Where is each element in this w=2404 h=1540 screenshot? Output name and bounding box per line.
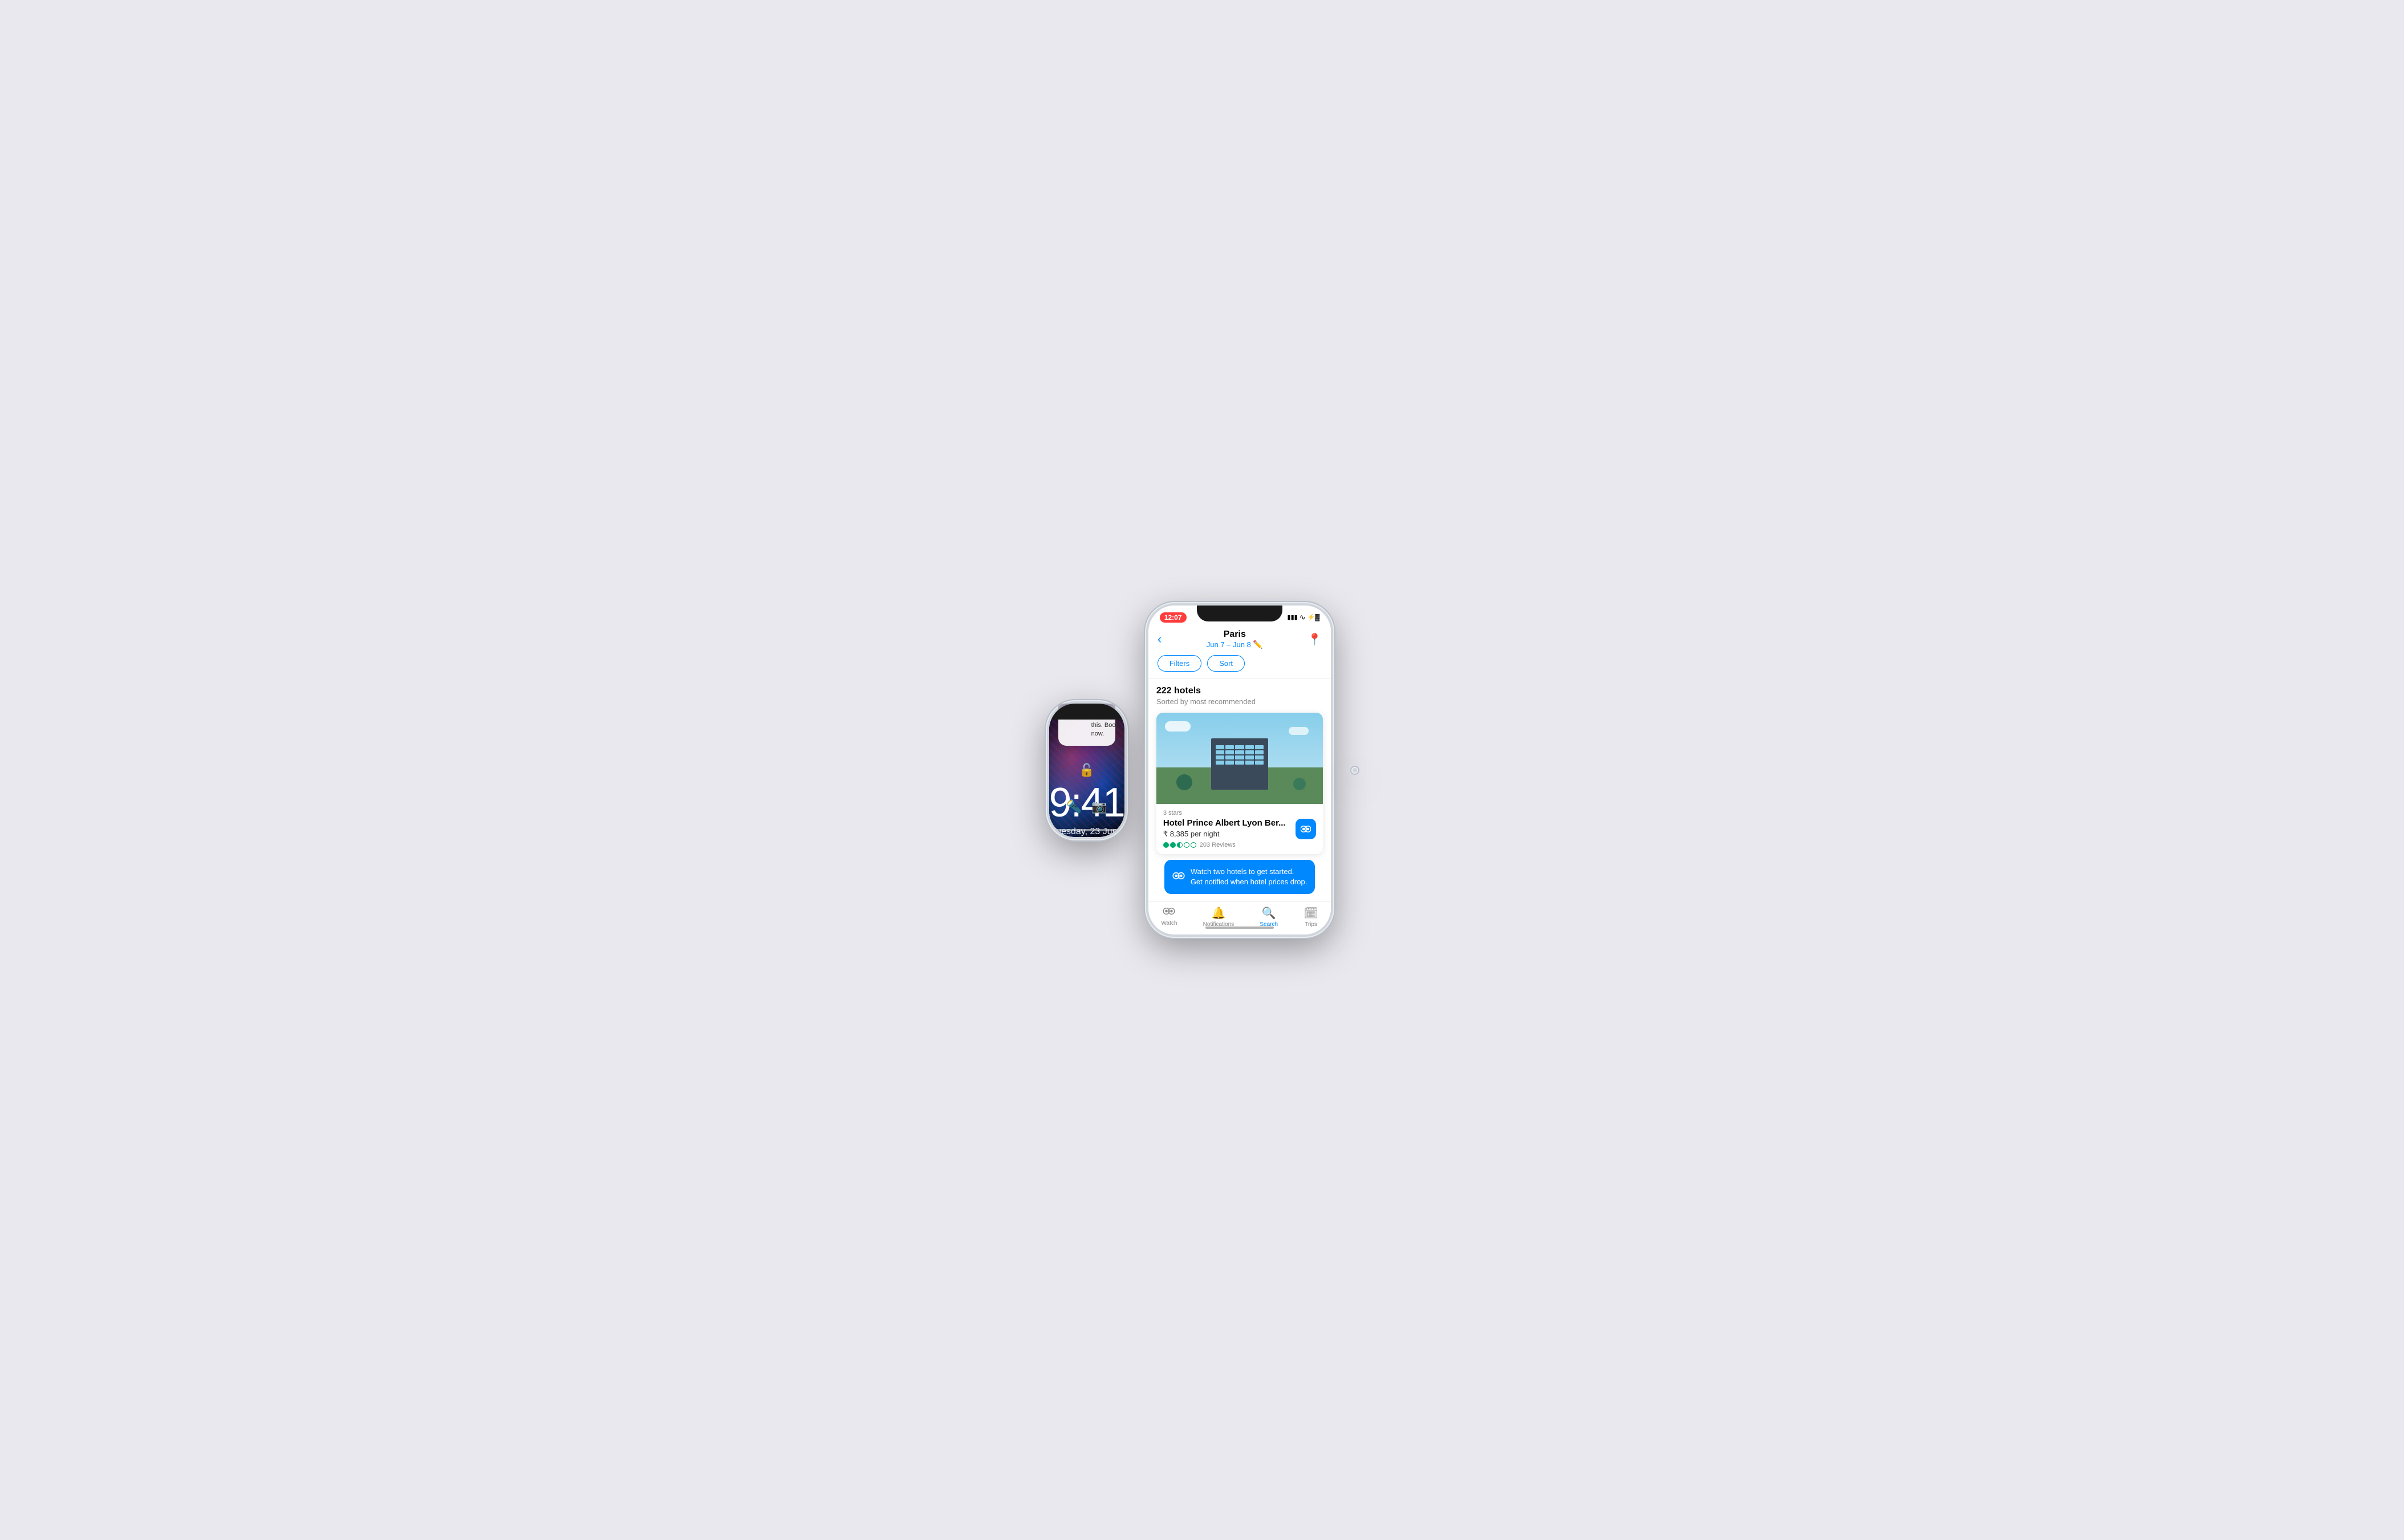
lock-date: Tuesday, 23 June [1049, 827, 1124, 837]
trips-tab-label: Trips [1305, 921, 1317, 928]
hotel-image [1156, 713, 1323, 804]
back-button[interactable]: ‹ [1158, 632, 1162, 647]
watch-banner-icon [1172, 871, 1185, 884]
watch-tab-icon [1163, 906, 1175, 919]
search-tab-icon: 🔍 [1262, 906, 1276, 920]
phone-1: 9:41 ▮▮▮▮ ∿ ▓ 🔓 9:41 Tuesday, 23 June [1046, 700, 1128, 840]
results-count: 222 hotels [1156, 686, 1323, 696]
watch-hotel-button[interactable] [1296, 819, 1316, 839]
signal-icon-2: ▮▮▮ [1288, 613, 1298, 621]
notch-1 [1049, 704, 1124, 720]
search-status-icons: ▮▮▮ ∿ ⚡▓ [1288, 613, 1320, 622]
hotel-info: 3 stars Hotel Prince Albert Lyon Ber... … [1156, 804, 1323, 854]
hotel-price: ₹ 8,385 per night [1163, 830, 1317, 839]
search-results: 222 hotels Sorted by most recommended [1148, 679, 1331, 901]
phone-3: Brussels Cologne Frankfurt Belgium Luxem… [1351, 767, 1358, 774]
notch-2 [1197, 606, 1282, 621]
trips-tab-icon: 🗓 [1303, 906, 1318, 920]
home-indicator-1 [1053, 829, 1121, 831]
sort-button[interactable]: Sort [1207, 655, 1245, 672]
tab-search[interactable]: 🔍 Search [1260, 906, 1278, 928]
city-name: Paris [1207, 629, 1263, 640]
watch-banner: Watch two hotels to get started. Get not… [1164, 860, 1315, 894]
filter-sort-row: Filters Sort [1158, 655, 1322, 672]
search-city: Paris Jun 7 – Jun 8 ✏️ [1207, 629, 1263, 649]
tab-notifications[interactable]: 🔔 Notifications [1203, 906, 1234, 928]
hotel-card[interactable]: 3 stars Hotel Prince Albert Lyon Ber... … [1156, 713, 1323, 854]
watch-banner-text: Watch two hotels to get started. Get not… [1191, 867, 1307, 887]
flashlight-icon[interactable]: 🔦 [1066, 799, 1082, 814]
phone-1-screen: 9:41 ▮▮▮▮ ∿ ▓ 🔓 9:41 Tuesday, 23 June [1049, 704, 1124, 837]
phone-2: 12:07 ▮▮▮ ∿ ⚡▓ ‹ Paris Jun 7 – Ju [1145, 602, 1335, 938]
camera-icon[interactable]: 📷 [1091, 799, 1107, 814]
watch-tab-label: Watch [1161, 920, 1177, 927]
phones-container: 9:41 ▮▮▮▮ ∿ ▓ 🔓 9:41 Tuesday, 23 June [1046, 602, 1359, 938]
lockscreen-bottom: 🔦 📷 [1049, 799, 1124, 814]
city-dates: Jun 7 – Jun 8 ✏️ [1207, 640, 1263, 649]
home-indicator-2 [1205, 927, 1274, 929]
search-status-time: 12:07 [1160, 612, 1187, 623]
battery-icon-2: ⚡▓ [1307, 613, 1320, 621]
filters-button[interactable]: Filters [1158, 655, 1201, 672]
results-sort: Sorted by most recommended [1156, 697, 1323, 706]
phone-2-screen: 12:07 ▮▮▮ ∿ ⚡▓ ‹ Paris Jun 7 – Ju [1148, 606, 1331, 934]
tab-bar: Watch 🔔 Notifications 🔍 Search 🗓 Trips [1148, 901, 1331, 934]
tripadvisor-logo [1163, 842, 1196, 848]
tab-watch[interactable]: Watch [1161, 906, 1177, 928]
wifi-icon-2: ∿ [1300, 613, 1306, 622]
lock-icon: 🔓 [1049, 763, 1124, 778]
hotel-reviews: 203 Reviews [1163, 842, 1317, 848]
edit-icon[interactable]: ✏️ [1253, 640, 1262, 649]
search-header: ‹ Paris Jun 7 – Jun 8 ✏️ 📍 Filters Sor [1148, 625, 1331, 679]
search-screen: 12:07 ▮▮▮ ∿ ⚡▓ ‹ Paris Jun 7 – Ju [1148, 606, 1331, 934]
hotel-stars: 3 stars [1163, 810, 1317, 816]
hotel-name: Hotel Prince Albert Lyon Ber... [1163, 818, 1317, 828]
search-nav: ‹ Paris Jun 7 – Jun 8 ✏️ 📍 [1158, 629, 1322, 649]
notifications-tab-icon: 🔔 [1211, 906, 1225, 920]
tab-trips[interactable]: 🗓 Trips [1303, 906, 1318, 928]
location-button[interactable]: 📍 [1307, 632, 1322, 647]
review-count: 203 Reviews [1200, 842, 1236, 848]
